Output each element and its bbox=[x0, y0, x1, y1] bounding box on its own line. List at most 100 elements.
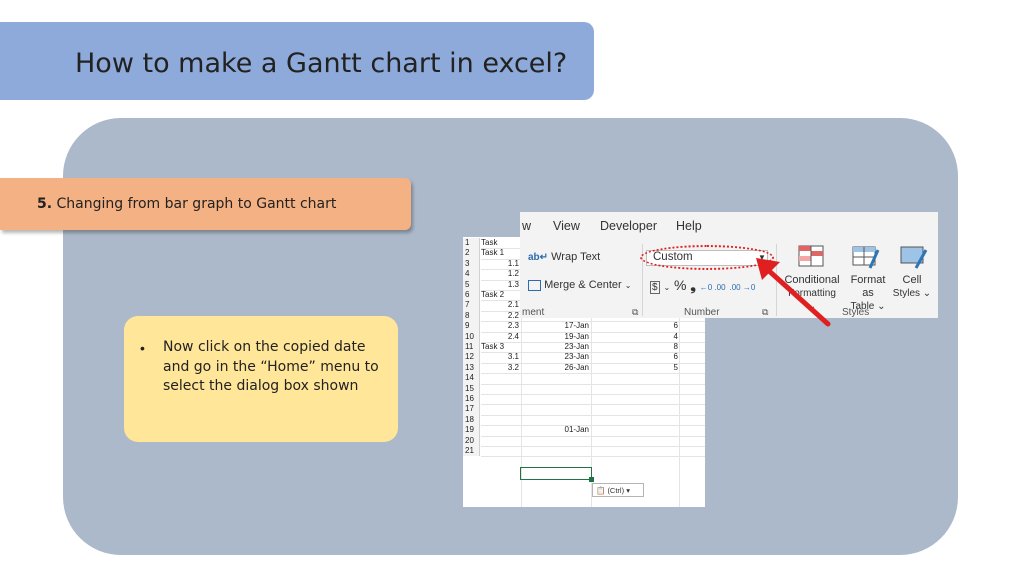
table-row: 19 01-Jan bbox=[463, 425, 705, 436]
cell-task[interactable]: 1.3 bbox=[481, 280, 519, 290]
slide-title: How to make a Gantt chart in excel? bbox=[75, 48, 568, 79]
table-row: 18 bbox=[463, 414, 705, 426]
wrap-text-label: Wrap Text bbox=[551, 251, 601, 263]
note-bullet: • bbox=[140, 340, 145, 356]
cell-task[interactable]: Task 3 bbox=[481, 342, 521, 352]
row-number[interactable]: 7 bbox=[463, 300, 480, 311]
table-row: 15 bbox=[463, 383, 705, 394]
note-text: Now click on the copied date and go in t… bbox=[163, 339, 379, 394]
cell-task[interactable]: 1.1 bbox=[481, 259, 519, 269]
cell-start-date[interactable]: 23-Jan bbox=[521, 342, 589, 352]
accounting-format-icon[interactable]: $ bbox=[650, 281, 660, 294]
cell-duration[interactable]: 6 bbox=[592, 352, 678, 362]
cell-duration[interactable]: 4 bbox=[592, 332, 678, 342]
cell-task[interactable]: 3.2 bbox=[481, 363, 519, 373]
row-number[interactable]: 6 bbox=[463, 290, 480, 301]
cell-start-date[interactable]: 26-Jan bbox=[521, 363, 589, 373]
step-number: 5. bbox=[37, 196, 53, 212]
merge-center-icon bbox=[528, 279, 541, 291]
row-number[interactable]: 20 bbox=[463, 435, 480, 446]
alignment-group-label: ment bbox=[522, 307, 545, 318]
cell-start-date[interactable]: 17-Jan bbox=[521, 321, 589, 331]
clipboard-icon: 📋 bbox=[596, 486, 606, 495]
red-arrow-icon bbox=[756, 258, 831, 327]
cell-start-date[interactable]: 23-Jan bbox=[521, 352, 589, 362]
cell-styles-label-2-text: Styles bbox=[892, 288, 921, 299]
cell-start-date[interactable]: 19-Jan bbox=[521, 332, 589, 342]
format-as-table-icon bbox=[852, 246, 880, 269]
cell-task[interactable]: 2.4 bbox=[481, 332, 519, 342]
cell-start-date[interactable]: 01-Jan bbox=[521, 425, 589, 435]
fill-handle[interactable] bbox=[589, 477, 594, 482]
row-number[interactable]: 4 bbox=[463, 269, 480, 280]
row-number[interactable]: 19 bbox=[463, 425, 480, 436]
cell-task[interactable]: 2.3 bbox=[481, 321, 519, 331]
percent-button[interactable]: % bbox=[674, 277, 686, 293]
chevron-down-icon: ⌄ bbox=[663, 283, 671, 292]
cell-styles-label-1: Cell bbox=[902, 274, 922, 286]
wrap-text-icon: ab↵ bbox=[528, 252, 549, 263]
row-number[interactable]: 1 bbox=[463, 238, 480, 249]
step-label: 5. Changing from bar graph to Gantt char… bbox=[37, 196, 336, 212]
table-row: 16 bbox=[463, 394, 705, 405]
row-number[interactable]: 14 bbox=[463, 373, 480, 384]
row-number[interactable]: 15 bbox=[463, 383, 480, 394]
row-number[interactable]: 18 bbox=[463, 414, 480, 426]
table-row: 17 bbox=[463, 404, 705, 415]
cell-task[interactable]: 2.2 bbox=[481, 311, 519, 321]
cell-task[interactable]: 2.1 bbox=[481, 300, 519, 310]
comma-button[interactable]: ❟ bbox=[690, 277, 696, 293]
merge-center-button[interactable]: Merge & Center ⌄ bbox=[528, 279, 631, 291]
row-number[interactable]: 16 bbox=[463, 394, 480, 405]
table-row: 20 bbox=[463, 435, 705, 446]
row-number[interactable]: 12 bbox=[463, 352, 480, 363]
number-format-row: $ ⌄ % ❟ ←0 .00 .00 →0 bbox=[650, 277, 755, 294]
number-group-label: Number bbox=[684, 307, 720, 318]
cell-task[interactable]: 1.2 bbox=[481, 269, 519, 279]
chevron-down-icon: ⌄ bbox=[624, 281, 632, 290]
tab-help[interactable]: Help bbox=[676, 219, 702, 233]
wrap-text-button[interactable]: ab↵ Wrap Text bbox=[528, 251, 600, 263]
cell-task[interactable]: Task 2 bbox=[481, 290, 521, 300]
row-number[interactable]: 10 bbox=[463, 331, 480, 342]
step-text: Changing from bar graph to Gantt chart bbox=[56, 196, 337, 212]
table-row: 12 3.1 23-Jan 6 bbox=[463, 352, 705, 363]
row-number[interactable]: 11 bbox=[463, 342, 480, 353]
styles-group-label: Styles bbox=[842, 307, 870, 318]
tab-developer[interactable]: Developer bbox=[600, 219, 657, 233]
table-row: 10 2.4 19-Jan 4 bbox=[463, 331, 705, 342]
row-number[interactable]: 13 bbox=[463, 362, 480, 374]
cell-duration[interactable]: 8 bbox=[592, 342, 678, 352]
tab-review[interactable]: w bbox=[522, 219, 531, 233]
row-number[interactable]: 9 bbox=[463, 321, 480, 332]
cell-styles-label-2: Styles ⌄ bbox=[892, 288, 932, 299]
increase-decimal-icon[interactable]: ←0 .00 bbox=[700, 283, 726, 292]
cell-duration[interactable]: 5 bbox=[592, 363, 678, 373]
row-number[interactable]: 8 bbox=[463, 310, 480, 322]
row-number[interactable]: 3 bbox=[463, 258, 480, 270]
tab-view[interactable]: View bbox=[553, 219, 580, 233]
row-number[interactable]: 21 bbox=[463, 446, 480, 457]
cell-task[interactable]: 3.1 bbox=[481, 352, 519, 362]
cell-duration[interactable]: 6 bbox=[592, 321, 678, 331]
row-gridline bbox=[481, 456, 705, 458]
table-row: 21 bbox=[463, 446, 705, 457]
cell-task[interactable]: Task 1 bbox=[481, 248, 521, 258]
row-number[interactable]: 5 bbox=[463, 279, 480, 290]
cell-styles-button[interactable]: Cell Styles ⌄ bbox=[892, 274, 932, 300]
table-row: 9 2.3 17-Jan 6 bbox=[463, 321, 705, 332]
paste-options-label: (Ctrl) bbox=[607, 486, 625, 495]
selected-cell[interactable] bbox=[520, 467, 592, 480]
cell-task[interactable]: Task bbox=[481, 238, 521, 248]
dialog-launcher-icon[interactable]: ⧉ bbox=[632, 307, 638, 318]
cell-styles-icon bbox=[900, 246, 928, 269]
table-row: 11 Task 3 23-Jan 8 bbox=[463, 342, 705, 353]
row-number[interactable]: 2 bbox=[463, 248, 480, 259]
row-number[interactable]: 17 bbox=[463, 404, 480, 415]
table-row: 14 bbox=[463, 373, 705, 384]
merge-center-label: Merge & Center bbox=[544, 279, 622, 291]
chevron-down-icon: ▾ bbox=[626, 486, 630, 495]
paste-options-button[interactable]: 📋 (Ctrl) ▾ bbox=[592, 483, 644, 497]
format-as-table-label-1: Format as bbox=[850, 274, 886, 299]
table-row: 13 3.2 26-Jan 5 bbox=[463, 362, 705, 374]
